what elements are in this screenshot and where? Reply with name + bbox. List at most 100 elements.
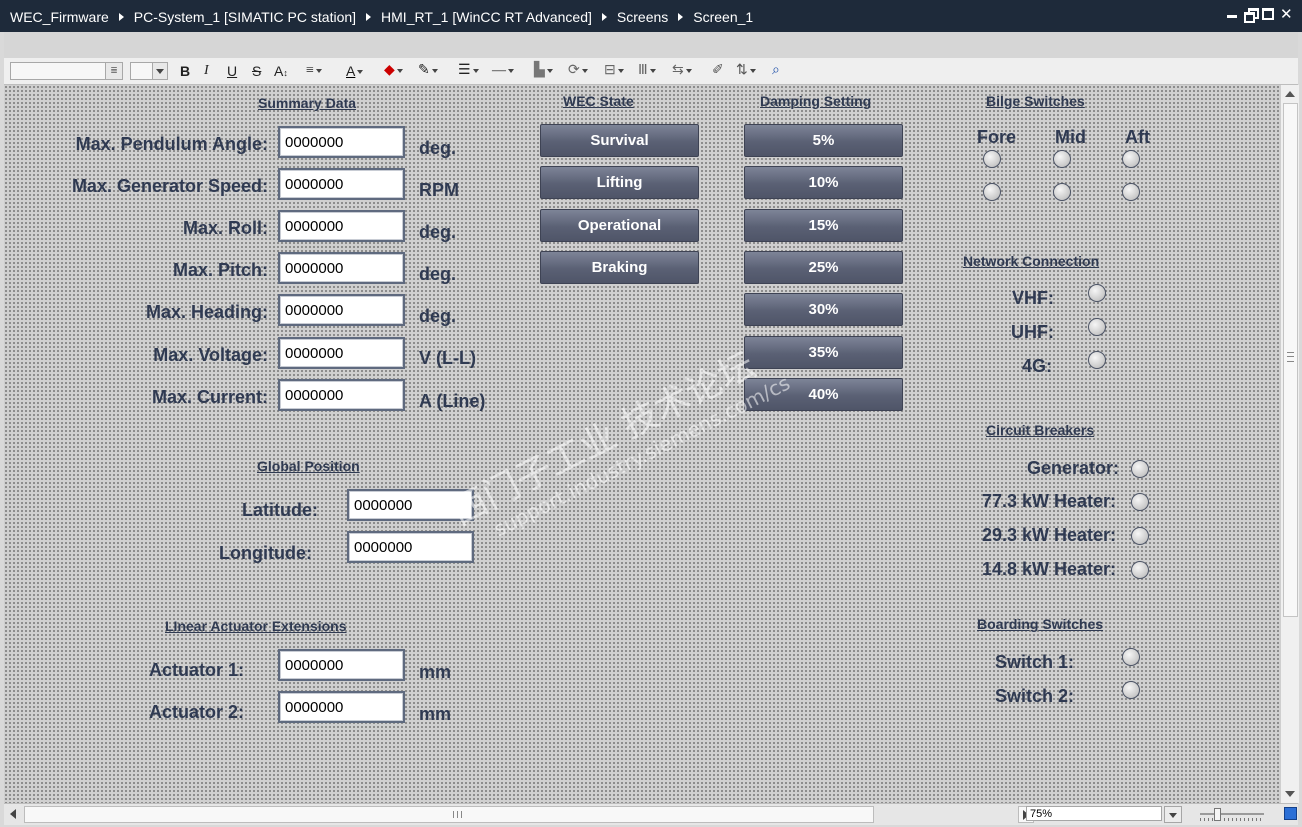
- breaker-label: 29.3 kW Heater:: [981, 525, 1116, 545]
- font-size-toggle-button[interactable]: A↕: [274, 62, 288, 80]
- summary-value-field[interactable]: 0000000: [278, 252, 405, 284]
- italic-button[interactable]: I: [204, 62, 209, 80]
- summary-value-field[interactable]: 0000000: [278, 337, 405, 369]
- bilge-heading: Bilge Switches: [986, 93, 1085, 109]
- underline-button[interactable]: U: [227, 62, 237, 80]
- font-picker-icon[interactable]: ≣: [105, 62, 123, 80]
- breaker-heater-3-indicator: [1131, 561, 1149, 579]
- zoom-slider-thumb[interactable]: [1214, 808, 1221, 821]
- breakers-heading: Circuit Breakers: [986, 422, 1095, 438]
- editor-header-band: [4, 32, 1298, 59]
- summary-unit: RPM: [419, 180, 459, 200]
- font-size-field[interactable]: [130, 62, 154, 80]
- damping-button[interactable]: 40%: [744, 378, 903, 411]
- network-label: UHF:: [1011, 322, 1054, 342]
- summary-unit: deg.: [419, 264, 457, 284]
- zoom-overview-icon[interactable]: [1284, 807, 1297, 820]
- network-heading: Network Connection: [963, 253, 1100, 269]
- wec-state-lifting-button[interactable]: Lifting: [540, 166, 699, 199]
- summary-unit: A (Line): [419, 391, 486, 411]
- zoom-level-field[interactable]: 75%: [1026, 806, 1162, 821]
- layer-order-icon[interactable]: ⇅: [736, 62, 756, 80]
- zoom-dropdown-icon[interactable]: [1164, 806, 1182, 823]
- bilge-mid-upper-indicator: [1053, 150, 1071, 168]
- breaker-heater-2-indicator: [1131, 527, 1149, 545]
- close-icon[interactable]: ✕: [1280, 7, 1293, 22]
- horizontal-scroll-thumb[interactable]: [24, 806, 874, 823]
- damping-button[interactable]: 10%: [744, 166, 903, 199]
- scroll-up-icon[interactable]: [1285, 91, 1295, 97]
- latitude-label: Latitude:: [242, 500, 318, 520]
- breadcrumb-separator-icon: [366, 13, 372, 21]
- breadcrumb-screens[interactable]: Screens: [617, 9, 668, 25]
- fill-color-icon[interactable]: ◆: [384, 62, 403, 80]
- grip-icon: [453, 811, 462, 818]
- zoom-slider[interactable]: [1200, 813, 1264, 815]
- breadcrumb-station[interactable]: PC-System_1 [SIMATIC PC station]: [134, 9, 356, 25]
- wec-state-braking-button[interactable]: Braking: [540, 251, 699, 284]
- size-match-icon[interactable]: ⇆: [672, 62, 692, 80]
- window-controls: ✕: [1226, 7, 1293, 23]
- damping-button[interactable]: 35%: [744, 336, 903, 369]
- network-label: 4G:: [1021, 356, 1052, 376]
- network-uhf-indicator: [1088, 318, 1106, 336]
- actuator-label: Actuator 1:: [148, 660, 244, 680]
- summary-value-field[interactable]: 0000000: [278, 168, 405, 200]
- align-text-icon[interactable]: ≡: [306, 62, 322, 80]
- actuator-value-field[interactable]: 0000000: [278, 691, 405, 723]
- status-bar: 75%: [4, 803, 1298, 825]
- breadcrumb-project[interactable]: WEC_Firmware: [10, 9, 109, 25]
- align-objects-icon[interactable]: ▙: [534, 62, 553, 80]
- line-color-icon[interactable]: ✎: [418, 62, 438, 80]
- damping-button[interactable]: 25%: [744, 251, 903, 284]
- breaker-heater-1-indicator: [1131, 493, 1149, 511]
- font-color-button[interactable]: A: [346, 62, 364, 80]
- wec-state-operational-button[interactable]: Operational: [540, 209, 699, 242]
- format-painter-icon[interactable]: ✐: [712, 62, 724, 80]
- breaker-label: 14.8 kW Heater:: [981, 559, 1116, 579]
- summary-label: Max. Pitch:: [172, 260, 268, 280]
- breaker-label: 77.3 kW Heater:: [981, 491, 1116, 511]
- wec-state-survival-button[interactable]: Survival: [540, 124, 699, 157]
- longitude-field[interactable]: 0000000: [347, 531, 474, 563]
- bilge-column-label: Mid: [1055, 127, 1086, 147]
- strikethrough-button[interactable]: S: [252, 62, 261, 80]
- center-objects-icon[interactable]: ⊟: [604, 62, 624, 80]
- actuators-heading: LInear Actuator Extensions: [165, 618, 347, 634]
- summary-label: Max. Current:: [151, 387, 268, 407]
- grip-icon: [1287, 352, 1294, 362]
- damping-button[interactable]: 15%: [744, 209, 903, 242]
- scroll-down-icon[interactable]: [1285, 791, 1295, 797]
- network-4g-indicator: [1088, 351, 1106, 369]
- line-width-icon[interactable]: ☰: [458, 62, 479, 80]
- summary-value-field[interactable]: 0000000: [278, 294, 405, 326]
- summary-label: Max. Heading:: [145, 302, 268, 322]
- summary-value-field[interactable]: 0000000: [278, 126, 405, 158]
- scroll-left-icon[interactable]: [10, 809, 16, 819]
- summary-value-field[interactable]: 0000000: [278, 379, 405, 411]
- line-style-icon[interactable]: —: [492, 62, 514, 80]
- latitude-field[interactable]: 0000000: [347, 489, 474, 521]
- vertical-scrollbar[interactable]: [1280, 85, 1299, 803]
- damping-button[interactable]: 5%: [744, 124, 903, 157]
- screen-canvas[interactable]: Summary Data Max. Pendulum Angle: 000000…: [4, 85, 1280, 803]
- zoom-select-icon[interactable]: ⌕: [772, 62, 780, 80]
- maximize-icon[interactable]: [1262, 8, 1274, 20]
- breadcrumb-screen[interactable]: Screen_1: [693, 9, 753, 25]
- vertical-scroll-thumb[interactable]: [1283, 103, 1298, 617]
- minimize-icon[interactable]: [1226, 8, 1238, 20]
- summary-value-field[interactable]: 0000000: [278, 210, 405, 242]
- breadcrumb-hmi[interactable]: HMI_RT_1 [WinCC RT Advanced]: [381, 9, 592, 25]
- restore-icon[interactable]: [1244, 8, 1259, 23]
- bold-button[interactable]: B: [180, 62, 190, 80]
- damping-button[interactable]: 30%: [744, 293, 903, 326]
- font-name-field[interactable]: [10, 62, 106, 80]
- font-size-dropdown[interactable]: [152, 62, 168, 80]
- bilge-column-label: Aft: [1125, 127, 1150, 147]
- actuator-label: Actuator 2:: [148, 702, 244, 722]
- distribute-icon[interactable]: Ⅲ: [638, 62, 656, 80]
- actuator-value-field[interactable]: 0000000: [278, 649, 405, 681]
- font-color-glyph: A: [346, 63, 356, 79]
- summary-label: Max. Voltage:: [153, 345, 268, 365]
- rotate-icon[interactable]: ⟳: [568, 62, 588, 80]
